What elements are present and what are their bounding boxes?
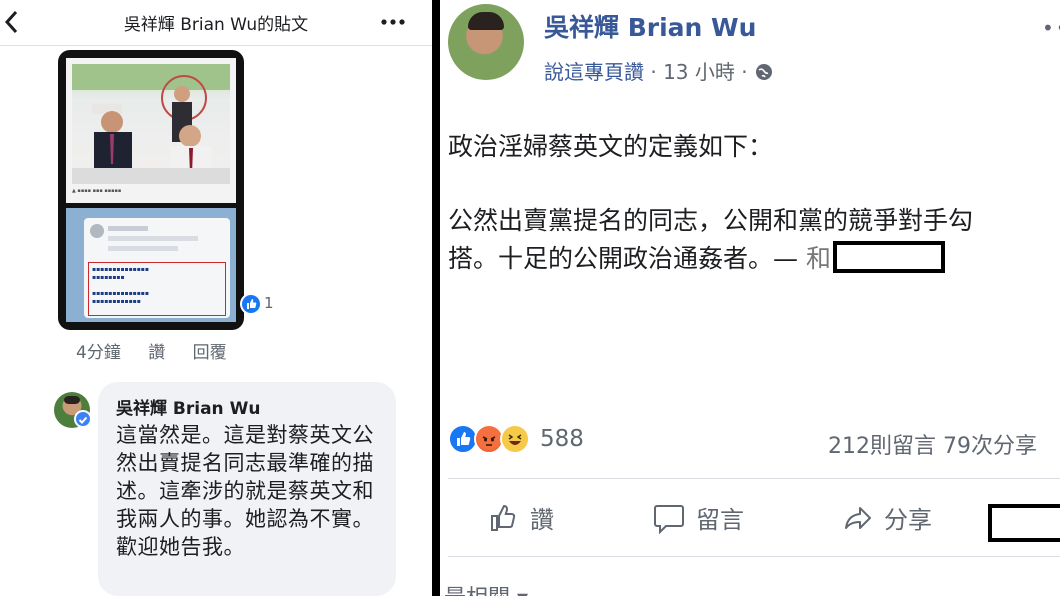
comment-button[interactable]: 留言	[652, 500, 744, 535]
like-badge-icon	[240, 293, 262, 315]
share-label: 分享	[884, 506, 932, 534]
like-label: 讚	[530, 506, 554, 534]
comment-label: 留言	[696, 506, 744, 534]
share-button[interactable]: 分享	[842, 500, 932, 535]
chat-screenshot: ▪▪▪▪▪▪▪▪▪▪▪▪▪▪ ▪▪▪▪▪▪▪▪ ▪▪▪▪▪▪▪▪▪▪▪▪▪▪ ▪▪▪▪…	[66, 208, 236, 322]
comment-like-link[interactable]: 讚	[148, 343, 165, 363]
comment-image[interactable]: ▲ ▪▪▪▪ ▪▪▪ ▪▪▪▪▪ ▪▪▪▪▪▪▪▪▪▪▪▪▪▪ ▪▪▪▪▪▪▪▪ ▪…	[58, 50, 244, 330]
reply-author[interactable]: 吳祥輝 Brian Wu	[116, 394, 378, 419]
reaction-count: 588	[540, 426, 584, 452]
post-line: 搭。十足的公開政治通姦者。— 和	[448, 240, 1060, 278]
redaction-box	[988, 504, 1060, 542]
panel-divider	[432, 0, 440, 596]
news-photo	[72, 64, 230, 184]
redaction-box	[832, 241, 945, 273]
image-like-count: 1	[264, 294, 274, 312]
left-panel: 吳祥輝 Brian Wu的貼文 ▲ ▪▪▪▪ ▪▪▪ ▪▪▪▪▪ ▪▪▪▪▪▪▪…	[0, 0, 432, 596]
reply-bubble: 吳祥輝 Brian Wu 這當然是。這是對蔡英文公然出賣提名同志最準確的描述。這…	[98, 382, 396, 596]
faded-text: 和	[805, 244, 831, 273]
reply-text: 這當然是。這是對蔡英文公然出賣提名同志最準確的描述。這牽涉的就是蔡英文和我兩人的…	[116, 423, 374, 559]
poster-avatar[interactable]	[448, 4, 524, 80]
more-icon[interactable]	[380, 14, 406, 30]
chat-card: ▪▪▪▪▪▪▪▪▪▪▪▪▪▪ ▪▪▪▪▪▪▪▪ ▪▪▪▪▪▪▪▪▪▪▪▪▪▪ ▪▪▪▪…	[84, 218, 230, 318]
post-subline: 說這專頁讚 · 13 小時 ·	[544, 56, 774, 85]
right-panel: 吳祥輝 Brian Wu 說這專頁讚 · 13 小時 · •• 政治淫婦蔡英文的…	[440, 0, 1060, 596]
news-screenshot: ▲ ▪▪▪▪ ▪▪▪ ▪▪▪▪▪	[66, 58, 236, 203]
comment-reply-link[interactable]: 回覆	[193, 343, 227, 363]
divider	[448, 478, 1060, 479]
globe-icon	[755, 64, 772, 80]
poster-name[interactable]: 吳祥輝 Brian Wu	[544, 8, 756, 44]
comment-share-counts[interactable]: 212則留言 79次分享	[828, 428, 1037, 460]
post-body: 政治淫婦蔡英文的定義如下： 公然出賣黨提名的同志，公開和黨的競爭對手勾 搭。十足…	[448, 128, 1060, 278]
like-button[interactable]: 讚	[488, 500, 554, 535]
post-time[interactable]: · 13 小時 ·	[644, 60, 754, 84]
post-more-icon[interactable]: ••	[1042, 16, 1060, 40]
comment-meta: 4分鐘 讚 回覆	[76, 338, 249, 363]
divider	[448, 556, 1060, 557]
highlighted-quote: ▪▪▪▪▪▪▪▪▪▪▪▪▪▪ ▪▪▪▪▪▪▪▪ ▪▪▪▪▪▪▪▪▪▪▪▪▪▪ ▪▪▪▪…	[88, 262, 226, 316]
post-header: 吳祥輝 Brian Wu的貼文	[0, 0, 432, 46]
post-line: 政治淫婦蔡英文的定義如下：	[448, 132, 774, 161]
sort-comments-dropdown[interactable]: 最相關 ▾	[444, 580, 528, 596]
post-line: 公然出賣黨提名的同志，公開和黨的競爭對手勾	[448, 206, 974, 235]
action-bar: 讚 留言 分享	[440, 492, 1060, 548]
news-caption: ▲ ▪▪▪▪ ▪▪▪ ▪▪▪▪▪	[72, 188, 122, 194]
comment-time: 4分鐘	[76, 343, 121, 363]
liked-page-link[interactable]: 說這專頁讚	[544, 60, 644, 84]
share-arrow-icon	[845, 507, 871, 529]
haha-reaction-icon	[500, 424, 530, 454]
verified-icon	[74, 410, 92, 428]
page-title: 吳祥輝 Brian Wu的貼文	[123, 15, 309, 35]
thumbs-up-icon	[491, 504, 516, 531]
comment-bubble-icon	[654, 505, 684, 535]
